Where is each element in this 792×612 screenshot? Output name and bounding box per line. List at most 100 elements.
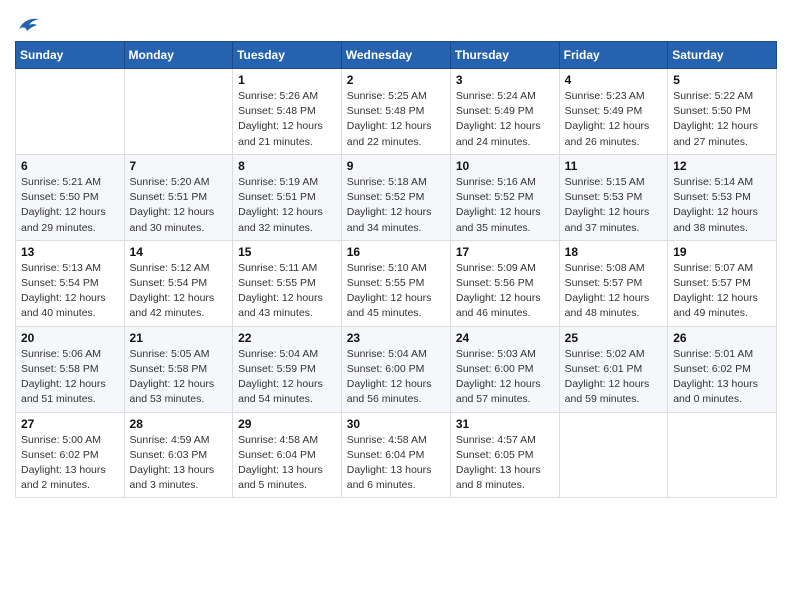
day-number: 25 [565, 331, 663, 345]
calendar-cell: 29 Sunrise: 4:58 AMSunset: 6:04 PMDayligh… [233, 412, 342, 498]
day-info: Sunrise: 5:25 AMSunset: 5:48 PMDaylight:… [347, 89, 445, 150]
day-number: 27 [21, 417, 119, 431]
weekday-header: Saturday [668, 42, 777, 69]
day-info: Sunrise: 5:23 AMSunset: 5:49 PMDaylight:… [565, 89, 663, 150]
weekday-row: SundayMondayTuesdayWednesdayThursdayFrid… [16, 42, 777, 69]
day-number: 14 [130, 245, 228, 259]
day-number: 22 [238, 331, 336, 345]
day-info: Sunrise: 5:08 AMSunset: 5:57 PMDaylight:… [565, 261, 663, 322]
calendar-cell: 14 Sunrise: 5:12 AMSunset: 5:54 PMDayligh… [124, 240, 233, 326]
calendar-cell: 30 Sunrise: 4:58 AMSunset: 6:04 PMDayligh… [341, 412, 450, 498]
calendar-cell: 27 Sunrise: 5:00 AMSunset: 6:02 PMDayligh… [16, 412, 125, 498]
day-number: 21 [130, 331, 228, 345]
weekday-header: Friday [559, 42, 668, 69]
day-info: Sunrise: 5:01 AMSunset: 6:02 PMDaylight:… [673, 347, 771, 408]
calendar-cell: 12 Sunrise: 5:14 AMSunset: 5:53 PMDayligh… [668, 154, 777, 240]
calendar-cell: 19 Sunrise: 5:07 AMSunset: 5:57 PMDayligh… [668, 240, 777, 326]
day-info: Sunrise: 5:07 AMSunset: 5:57 PMDaylight:… [673, 261, 771, 322]
calendar-cell: 4 Sunrise: 5:23 AMSunset: 5:49 PMDaylight… [559, 69, 668, 155]
day-number: 31 [456, 417, 554, 431]
day-info: Sunrise: 5:20 AMSunset: 5:51 PMDaylight:… [130, 175, 228, 236]
calendar-cell: 7 Sunrise: 5:20 AMSunset: 5:51 PMDaylight… [124, 154, 233, 240]
day-number: 4 [565, 73, 663, 87]
calendar-cell: 26 Sunrise: 5:01 AMSunset: 6:02 PMDayligh… [668, 326, 777, 412]
calendar-cell: 24 Sunrise: 5:03 AMSunset: 6:00 PMDayligh… [450, 326, 559, 412]
day-info: Sunrise: 5:22 AMSunset: 5:50 PMDaylight:… [673, 89, 771, 150]
day-number: 18 [565, 245, 663, 259]
day-info: Sunrise: 5:18 AMSunset: 5:52 PMDaylight:… [347, 175, 445, 236]
calendar-header: SundayMondayTuesdayWednesdayThursdayFrid… [16, 42, 777, 69]
day-number: 6 [21, 159, 119, 173]
day-info: Sunrise: 5:13 AMSunset: 5:54 PMDaylight:… [21, 261, 119, 322]
calendar-cell: 31 Sunrise: 4:57 AMSunset: 6:05 PMDayligh… [450, 412, 559, 498]
calendar-cell: 6 Sunrise: 5:21 AMSunset: 5:50 PMDaylight… [16, 154, 125, 240]
calendar-cell: 1Sunrise: 5:26 AMSunset: 5:48 PMDaylight… [233, 69, 342, 155]
weekday-header: Thursday [450, 42, 559, 69]
day-number: 24 [456, 331, 554, 345]
calendar-table: SundayMondayTuesdayWednesdayThursdayFrid… [15, 41, 777, 498]
day-number: 7 [130, 159, 228, 173]
day-info: Sunrise: 5:21 AMSunset: 5:50 PMDaylight:… [21, 175, 119, 236]
calendar-cell [559, 412, 668, 498]
day-number: 8 [238, 159, 336, 173]
day-info: Sunrise: 5:15 AMSunset: 5:53 PMDaylight:… [565, 175, 663, 236]
day-number: 29 [238, 417, 336, 431]
calendar-cell: 3Sunrise: 5:24 AMSunset: 5:49 PMDaylight… [450, 69, 559, 155]
day-info: Sunrise: 5:11 AMSunset: 5:55 PMDaylight:… [238, 261, 336, 322]
day-info: Sunrise: 5:12 AMSunset: 5:54 PMDaylight:… [130, 261, 228, 322]
day-info: Sunrise: 5:09 AMSunset: 5:56 PMDaylight:… [456, 261, 554, 322]
calendar-cell: 10Sunrise: 5:16 AMSunset: 5:52 PMDayligh… [450, 154, 559, 240]
header [15, 10, 777, 33]
day-info: Sunrise: 5:19 AMSunset: 5:51 PMDaylight:… [238, 175, 336, 236]
day-number: 12 [673, 159, 771, 173]
day-number: 3 [456, 73, 554, 87]
logo-bird-icon [17, 15, 39, 33]
calendar-body: 1Sunrise: 5:26 AMSunset: 5:48 PMDaylight… [16, 69, 777, 498]
day-info: Sunrise: 5:04 AMSunset: 6:00 PMDaylight:… [347, 347, 445, 408]
calendar-week-row: 6 Sunrise: 5:21 AMSunset: 5:50 PMDaylight… [16, 154, 777, 240]
day-info: Sunrise: 5:06 AMSunset: 5:58 PMDaylight:… [21, 347, 119, 408]
day-number: 9 [347, 159, 445, 173]
calendar-cell: 11Sunrise: 5:15 AMSunset: 5:53 PMDayligh… [559, 154, 668, 240]
calendar-cell: 8 Sunrise: 5:19 AMSunset: 5:51 PMDaylight… [233, 154, 342, 240]
calendar-cell [16, 69, 125, 155]
calendar-cell: 2Sunrise: 5:25 AMSunset: 5:48 PMDaylight… [341, 69, 450, 155]
calendar-week-row: 13Sunrise: 5:13 AMSunset: 5:54 PMDayligh… [16, 240, 777, 326]
calendar-cell: 17 Sunrise: 5:09 AMSunset: 5:56 PMDayligh… [450, 240, 559, 326]
day-info: Sunrise: 5:14 AMSunset: 5:53 PMDaylight:… [673, 175, 771, 236]
calendar-cell: 22 Sunrise: 5:04 AMSunset: 5:59 PMDayligh… [233, 326, 342, 412]
calendar-cell: 13Sunrise: 5:13 AMSunset: 5:54 PMDayligh… [16, 240, 125, 326]
day-number: 30 [347, 417, 445, 431]
day-info: Sunrise: 4:58 AMSunset: 6:04 PMDaylight:… [238, 433, 336, 494]
calendar-cell: 23Sunrise: 5:04 AMSunset: 6:00 PMDayligh… [341, 326, 450, 412]
day-number: 26 [673, 331, 771, 345]
calendar-cell: 18 Sunrise: 5:08 AMSunset: 5:57 PMDayligh… [559, 240, 668, 326]
day-info: Sunrise: 5:03 AMSunset: 6:00 PMDaylight:… [456, 347, 554, 408]
day-number: 28 [130, 417, 228, 431]
calendar-week-row: 27 Sunrise: 5:00 AMSunset: 6:02 PMDayligh… [16, 412, 777, 498]
calendar-cell: 16Sunrise: 5:10 AMSunset: 5:55 PMDayligh… [341, 240, 450, 326]
calendar-cell: 25 Sunrise: 5:02 AMSunset: 6:01 PMDayligh… [559, 326, 668, 412]
calendar-cell: 15Sunrise: 5:11 AMSunset: 5:55 PMDayligh… [233, 240, 342, 326]
weekday-header: Sunday [16, 42, 125, 69]
day-number: 17 [456, 245, 554, 259]
day-info: Sunrise: 4:57 AMSunset: 6:05 PMDaylight:… [456, 433, 554, 494]
day-info: Sunrise: 5:04 AMSunset: 5:59 PMDaylight:… [238, 347, 336, 408]
day-info: Sunrise: 4:59 AMSunset: 6:03 PMDaylight:… [130, 433, 228, 494]
day-number: 10 [456, 159, 554, 173]
day-number: 20 [21, 331, 119, 345]
day-info: Sunrise: 5:05 AMSunset: 5:58 PMDaylight:… [130, 347, 228, 408]
calendar-cell: 5Sunrise: 5:22 AMSunset: 5:50 PMDaylight… [668, 69, 777, 155]
calendar-cell [668, 412, 777, 498]
day-number: 19 [673, 245, 771, 259]
day-info: Sunrise: 5:02 AMSunset: 6:01 PMDaylight:… [565, 347, 663, 408]
calendar-cell: 20 Sunrise: 5:06 AMSunset: 5:58 PMDayligh… [16, 326, 125, 412]
day-info: Sunrise: 5:00 AMSunset: 6:02 PMDaylight:… [21, 433, 119, 494]
day-info: Sunrise: 5:26 AMSunset: 5:48 PMDaylight:… [238, 89, 336, 150]
logo [15, 15, 39, 33]
weekday-header: Tuesday [233, 42, 342, 69]
day-info: Sunrise: 4:58 AMSunset: 6:04 PMDaylight:… [347, 433, 445, 494]
weekday-header: Monday [124, 42, 233, 69]
calendar-week-row: 1Sunrise: 5:26 AMSunset: 5:48 PMDaylight… [16, 69, 777, 155]
calendar-cell: 21 Sunrise: 5:05 AMSunset: 5:58 PMDayligh… [124, 326, 233, 412]
